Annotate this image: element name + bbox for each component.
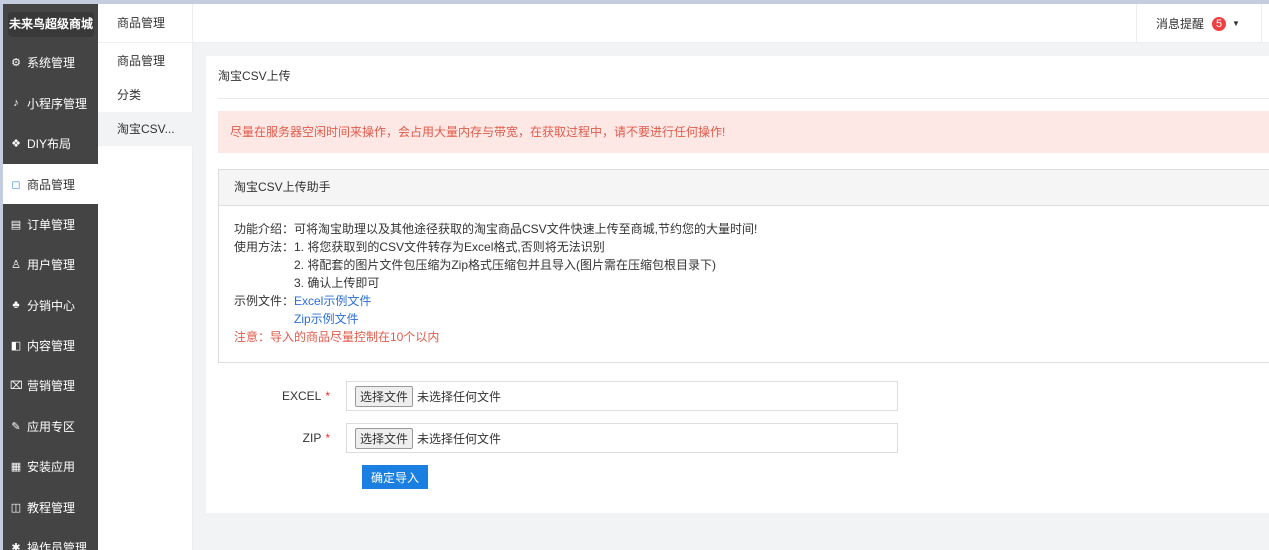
topbar: 消息提醒 5 ▼	[193, 4, 1269, 43]
sidebar-item-6[interactable]: ♣ 分销中心	[3, 285, 98, 325]
sidebar-item-11[interactable]: ◫ 教程管理	[3, 487, 98, 527]
menu-icon: ⌧	[10, 379, 23, 392]
sidebar-item-12[interactable]: ✱ 操作员管理	[3, 527, 98, 550]
sidebar-item-label: 营销管理	[27, 378, 76, 393]
excel-file-input[interactable]: 选择文件 未选择任何文件	[346, 381, 898, 411]
sidebar-item-5[interactable]: ♙ 用户管理	[3, 244, 98, 284]
excel-field-row: EXCEL * 选择文件 未选择任何文件	[206, 381, 898, 411]
sidebar-item-3[interactable]: ◻ 商品管理	[3, 164, 98, 204]
zip-no-file: 未选择任何文件	[417, 431, 502, 446]
intro-text: 可将淘宝助理以及其他途径获取的淘宝商品CSV文件快速上传至商城,节约您的大量时间…	[294, 222, 758, 236]
submenu-item-goods[interactable]: 商品管理	[98, 44, 193, 78]
sidebar-item-7[interactable]: ◧ 内容管理	[3, 325, 98, 365]
menu-icon: ▤	[10, 218, 22, 231]
page-title: 淘宝CSV上传	[218, 66, 1269, 99]
sidebar-item-label: 教程管理	[27, 500, 76, 515]
sidebar-item-label: 系统管理	[27, 55, 76, 70]
excel-label: EXCEL	[281, 389, 322, 403]
excel-no-file: 未选择任何文件	[417, 389, 502, 404]
sidebar-item-label: 操作员管理	[27, 540, 88, 550]
menu-icon: ◧	[10, 339, 22, 352]
example-label: 示例文件：	[234, 294, 295, 308]
excel-choose-button[interactable]: 选择文件	[355, 385, 414, 407]
menu-icon: ◫	[10, 501, 22, 514]
menu-icon: ◻	[11, 178, 21, 191]
step-3: 3. 确认上传即可	[294, 276, 380, 290]
message-count-badge: 5	[1212, 16, 1227, 31]
zip-label: ZIP	[302, 431, 322, 445]
main: 消息提醒 5 ▼ 淘宝CSV上传 尽量在服务器空闲时间来操作，会占用大量内存与带…	[193, 4, 1269, 550]
warning-alert: 尽量在服务器空闲时间来操作，会占用大量内存与带宽，在获取过程中，请不要进行任何操…	[218, 111, 1269, 153]
logo: 未来鸟超级商城	[8, 12, 94, 37]
menu-icon: ▦	[10, 460, 22, 473]
sidebar-item-4[interactable]: ▤ 订单管理	[3, 204, 98, 244]
message-dropdown[interactable]: 消息提醒 5 ▼	[1136, 4, 1262, 43]
sidebar-item-label: 小程序管理	[27, 96, 88, 111]
excel-example-link[interactable]: Excel示例文件	[294, 292, 371, 310]
menu-icon: ✱	[11, 541, 21, 550]
submenu-item-taobao-csv[interactable]: 淘宝CSV...	[98, 112, 193, 146]
menu-icon: ♣	[12, 299, 20, 311]
content-card: 淘宝CSV上传 尽量在服务器空闲时间来操作，会占用大量内存与带宽，在获取过程中，…	[206, 56, 1269, 513]
step-2: 2. 将配套的图片文件包压缩为Zip格式压缩包并且导入(图片需在压缩包根目录下)	[294, 258, 717, 272]
submenu: 商品管理 商品管理 分类 淘宝CSV...	[98, 4, 193, 550]
sidebar-item-9[interactable]: ✎ 应用专区	[3, 406, 98, 446]
zip-file-input[interactable]: 选择文件 未选择任何文件	[346, 423, 898, 453]
step-1: 1. 将您获取到的CSV文件转存为Excel格式,否则将无法识别	[294, 240, 605, 254]
menu-icon: ♙	[11, 258, 21, 271]
submenu-item-category[interactable]: 分类	[98, 78, 193, 112]
sidebar-item-label: DIY布局	[27, 136, 72, 151]
menu-icon: ✎	[11, 420, 21, 433]
panel-title: 淘宝CSV上传助手	[219, 170, 1269, 206]
caret-down-icon: ▼	[1232, 19, 1240, 28]
usage-label: 使用方法：	[234, 240, 295, 254]
sidebar: 未来鸟超级商城 ⚙ 系统管理 ♪ 小程序管理 ❖ DIY布局 ◻ 商品管理 ▤ 订单管理 ♙ 用户管理…	[3, 4, 98, 550]
sidebar-item-label: 内容管理	[27, 338, 76, 353]
sidebar-item-label: 安装应用	[27, 459, 76, 474]
confirm-import-button[interactable]: 确定导入	[362, 465, 428, 489]
zip-example-link[interactable]: Zip示例文件	[294, 310, 359, 328]
intro-label: 功能介绍：	[234, 222, 295, 236]
sidebar-item-1[interactable]: ♪ 小程序管理	[3, 83, 98, 123]
menu-icon: ⚙	[11, 56, 21, 69]
message-label: 消息提醒	[1156, 17, 1205, 31]
note-text: 注意：导入的商品尽量控制在10个以内	[234, 330, 440, 344]
sidebar-item-label: 商品管理	[27, 177, 76, 192]
sidebar-item-label: 分销中心	[27, 298, 76, 313]
sidebar-item-0[interactable]: ⚙ 系统管理	[3, 42, 98, 82]
sidebar-item-label: 订单管理	[27, 217, 76, 232]
zip-choose-button[interactable]: 选择文件	[355, 427, 414, 449]
required-mark: *	[325, 389, 330, 403]
sidebar-item-label: 应用专区	[27, 419, 76, 434]
menu-icon: ❖	[11, 137, 21, 150]
sidebar-item-8[interactable]: ⌧ 营销管理	[3, 365, 98, 405]
menu-icon: ♪	[13, 97, 19, 109]
zip-field-row: ZIP * 选择文件 未选择任何文件	[206, 423, 898, 453]
sidebar-item-label: 用户管理	[27, 257, 76, 272]
required-mark: *	[325, 431, 330, 445]
submenu-title: 商品管理	[98, 4, 192, 43]
sidebar-item-10[interactable]: ▦ 安装应用	[3, 446, 98, 486]
sidebar-item-2[interactable]: ❖ DIY布局	[3, 123, 98, 163]
helper-panel: 淘宝CSV上传助手 功能介绍： 可将淘宝助理以及其他途径获取的淘宝商品CSV文件快…	[218, 169, 1269, 363]
